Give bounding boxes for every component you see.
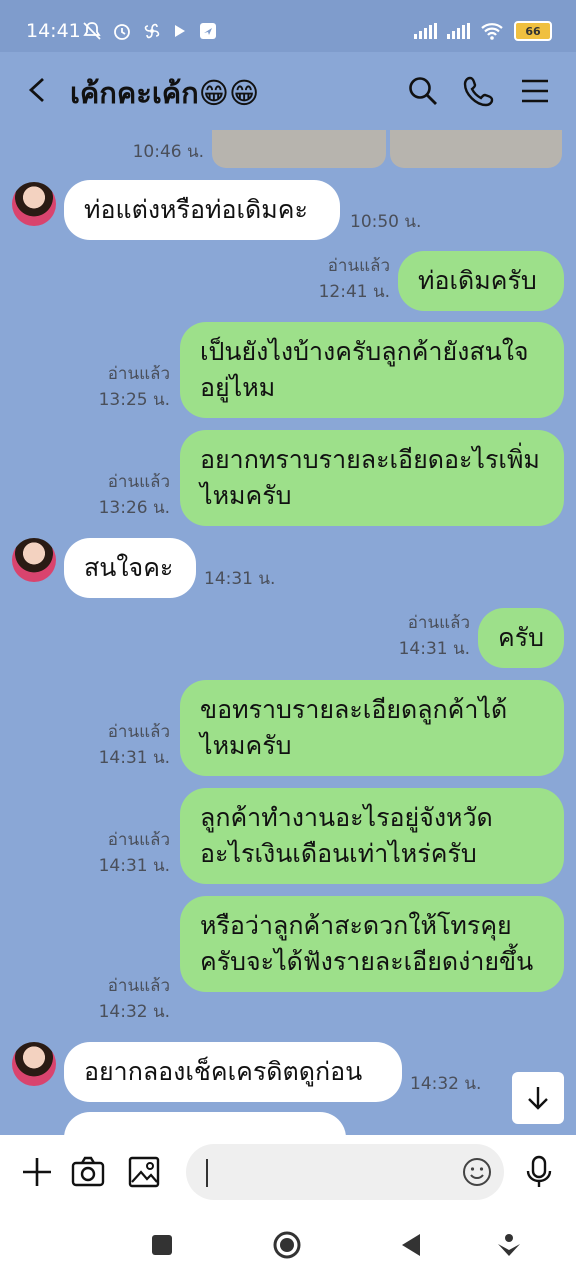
back-arrow-icon[interactable] [22,74,54,106]
read-receipt: อ่านแล้ว [107,830,170,850]
photo-thumbnail[interactable] [212,130,386,168]
fan-icon [144,23,160,39]
message-bubble-in[interactable]: อยากลองเช็คเครดิตดูก่อน [64,1042,402,1102]
message-time: 12:41 น. [318,282,390,302]
arrow-down-icon [528,1087,548,1110]
assistant-icon[interactable] [494,1230,524,1260]
message-input-bar [0,1135,576,1210]
scroll-to-bottom-button[interactable] [512,1072,564,1124]
message-time: 13:25 น. [98,390,170,410]
home-circle-icon[interactable] [272,1230,302,1260]
system-nav-bar [0,1210,576,1280]
message-bubble-out[interactable]: เป็นยังไงบ้างครับลูกค้ายังสนใจอยู่ไหม [180,322,564,418]
read-receipt: อ่านแล้ว [107,722,170,742]
alarm-icon [114,24,130,40]
read-receipt: อ่านแล้ว [107,364,170,384]
message-time: 10:46 น. [132,142,204,162]
photo-thumbnail[interactable] [390,130,562,168]
plus-icon[interactable] [20,1155,54,1189]
signal-icon-2 [447,23,470,39]
phone-icon[interactable] [462,74,496,108]
message-time: 14:32 น. [98,1002,170,1022]
status-right: 66 [414,21,552,41]
status-bar: 14:41 66 [0,0,576,52]
play-icon [175,25,185,37]
app-icon [200,23,216,39]
avatar[interactable] [12,182,56,226]
search-icon[interactable] [406,74,440,108]
message-bubble-out[interactable]: ขอทราบรายละเอียดลูกค้าได้ไหมครับ [180,680,564,776]
message-time: 10:50 น. [350,212,422,232]
microphone-icon[interactable] [522,1155,556,1189]
read-receipt: อ่านแล้ว [327,256,390,276]
image-icon[interactable] [127,1155,161,1189]
status-time: 14:41 [26,20,81,42]
emoji-icon[interactable] [462,1157,492,1187]
text-caret [206,1159,208,1187]
message-bubble-out[interactable]: ท่อเดิมครับ [398,251,564,311]
menu-icon[interactable] [518,74,552,108]
back-triangle-icon[interactable] [396,1230,426,1260]
message-bubble-out[interactable]: หรือว่าลูกค้าสะดวกให้โทรคุยครับจะได้ฟังร… [180,896,564,992]
message-time: 14:31 น. [398,639,470,659]
read-receipt: อ่านแล้ว [107,976,170,996]
read-receipt: อ่านแล้ว [107,472,170,492]
message-bubble-in[interactable]: สนใจคะ [64,538,196,598]
avatar[interactable] [12,1042,56,1086]
message-bubble-in[interactable] [64,1112,346,1135]
message-time: 14:31 น. [98,748,170,768]
signal-icon [414,23,437,39]
message-bubble-in[interactable]: ท่อแต่งหรือท่อเดิมคะ [64,180,340,240]
message-time: 14:31 น. [204,569,276,589]
message-time: 14:32 น. [410,1074,482,1094]
message-bubble-out[interactable]: ครับ [478,608,564,668]
message-time: 14:31 น. [98,856,170,876]
battery-level: 66 [525,24,541,38]
wifi-icon [481,23,503,40]
message-time: 13:26 น. [98,498,170,518]
avatar[interactable] [12,538,56,582]
camera-icon[interactable] [71,1155,105,1189]
chat-header: เค้กคะเค้ก😁😁 [0,52,576,130]
message-bubble-out[interactable]: อยากทราบรายละเอียดอะไรเพิ่มไหมครับ [180,430,564,526]
chat-title: เค้กคะเค้ก😁😁 [70,76,260,110]
message-bubble-out[interactable]: ลูกค้าทำงานอะไรอยู่จังหวัดอะไรเงินเดือนเ… [180,788,564,884]
mute-bell-icon [83,22,101,40]
message-input[interactable] [186,1144,504,1200]
square-icon[interactable] [147,1230,177,1260]
chat-messages[interactable]: 10:46 น. ท่อแต่งหรือท่อเดิมคะ 10:50 น. อ… [0,130,576,1135]
read-receipt: อ่านแล้ว [407,613,470,633]
battery-icon: 66 [514,21,552,41]
status-icons [82,21,218,41]
